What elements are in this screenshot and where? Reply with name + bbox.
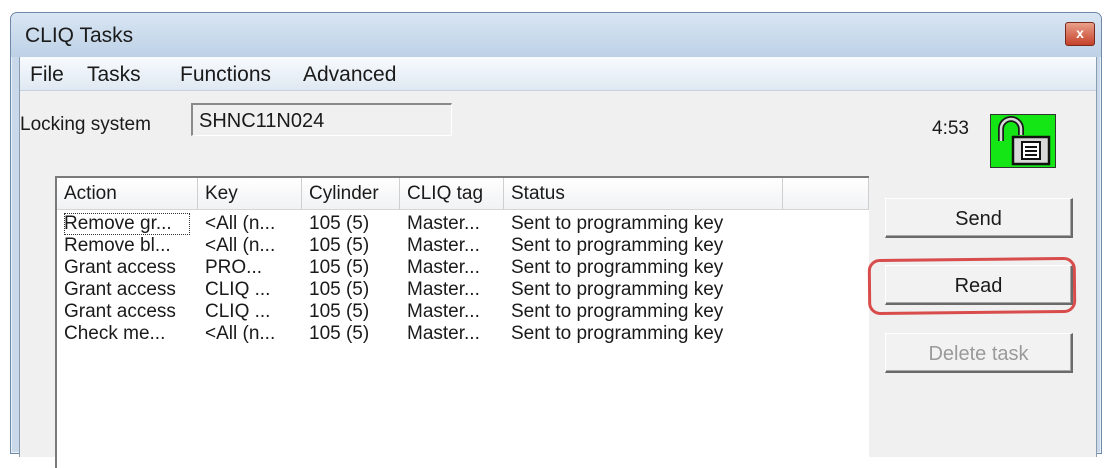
- padlock-open-icon: [990, 114, 1056, 168]
- locking-system-value: SHNC11N024: [199, 110, 325, 132]
- cell-action: Remove bl...: [64, 235, 171, 256]
- cell-cliq-tag: Master...: [407, 323, 480, 344]
- locking-system-label: Locking system: [20, 114, 151, 135]
- table-row[interactable]: Remove bl... <All (n... 105 (5) Master..…: [57, 235, 869, 257]
- cell-cylinder: 105 (5): [309, 323, 370, 344]
- column-header-key[interactable]: Key: [198, 178, 302, 209]
- column-header-extra[interactable]: [783, 178, 869, 209]
- table-row[interactable]: Grant access CLIQ ... 105 (5) Master... …: [57, 301, 869, 323]
- cell-status: Sent to programming key: [511, 235, 724, 256]
- task-list[interactable]: Action Key Cylinder CLIQ tag Status Remo…: [55, 176, 869, 468]
- cell-status: Sent to programming key: [511, 213, 724, 234]
- cell-cylinder: 105 (5): [309, 257, 370, 278]
- column-header-cylinder[interactable]: Cylinder: [302, 178, 400, 209]
- cell-key: CLIQ ...: [205, 301, 271, 322]
- cell-cliq-tag: Master...: [407, 213, 480, 234]
- window-title: CLIQ Tasks: [25, 24, 134, 47]
- cell-status: Sent to programming key: [511, 279, 724, 300]
- send-button[interactable]: Send: [885, 198, 1073, 238]
- cell-action: Remove gr...: [64, 213, 190, 235]
- menu-advanced[interactable]: Advanced: [303, 63, 396, 87]
- cell-cylinder: 105 (5): [309, 235, 370, 256]
- menu-file[interactable]: File: [30, 63, 64, 87]
- cliq-tasks-window: CLIQ Tasks x File Tasks Functions Advanc…: [10, 12, 1102, 468]
- window-client-area: File Tasks Functions Advanced Locking sy…: [19, 57, 1097, 468]
- cell-cylinder: 105 (5): [309, 279, 370, 300]
- cell-action: Check me...: [64, 323, 166, 344]
- cell-key: CLIQ ...: [205, 279, 271, 300]
- delete-task-button[interactable]: Delete task: [885, 333, 1073, 373]
- title-bar[interactable]: CLIQ Tasks x: [11, 13, 1101, 57]
- cell-status: Sent to programming key: [511, 257, 724, 278]
- cell-action: Grant access: [64, 257, 176, 278]
- cell-key: <All (n...: [205, 323, 276, 344]
- cell-action: Grant access: [64, 279, 176, 300]
- column-header-status[interactable]: Status: [504, 178, 783, 209]
- cell-cliq-tag: Master...: [407, 235, 480, 256]
- task-list-header: Action Key Cylinder CLIQ tag Status: [57, 178, 869, 210]
- close-icon[interactable]: x: [1065, 22, 1095, 46]
- session-timer: 4:53: [932, 118, 969, 139]
- cell-key: PRO...: [205, 257, 263, 278]
- table-row[interactable]: Grant access CLIQ ... 105 (5) Master... …: [57, 279, 869, 301]
- cell-cliq-tag: Master...: [407, 257, 480, 278]
- column-header-cliq-tag[interactable]: CLIQ tag: [400, 178, 504, 209]
- menu-tasks[interactable]: Tasks: [87, 63, 141, 87]
- menu-functions[interactable]: Functions: [180, 63, 271, 87]
- cell-status: Sent to programming key: [511, 323, 724, 344]
- column-header-action[interactable]: Action: [57, 178, 198, 209]
- cell-key: <All (n...: [205, 213, 276, 234]
- cell-cliq-tag: Master...: [407, 301, 480, 322]
- cell-cliq-tag: Master...: [407, 279, 480, 300]
- cell-status: Sent to programming key: [511, 301, 724, 322]
- cell-action: Grant access: [64, 301, 176, 322]
- cell-cylinder: 105 (5): [309, 213, 370, 234]
- cell-cylinder: 105 (5): [309, 301, 370, 322]
- menu-bar: File Tasks Functions Advanced: [20, 57, 1096, 91]
- table-row[interactable]: Check me... <All (n... 105 (5) Master...…: [57, 323, 869, 345]
- table-row[interactable]: Remove gr... <All (n... 105 (5) Master..…: [57, 213, 869, 235]
- locking-system-field: SHNC11N024: [191, 103, 452, 136]
- cell-key: <All (n...: [205, 235, 276, 256]
- read-button[interactable]: Read: [885, 265, 1073, 305]
- table-row[interactable]: Grant access PRO... 105 (5) Master... Se…: [57, 257, 869, 279]
